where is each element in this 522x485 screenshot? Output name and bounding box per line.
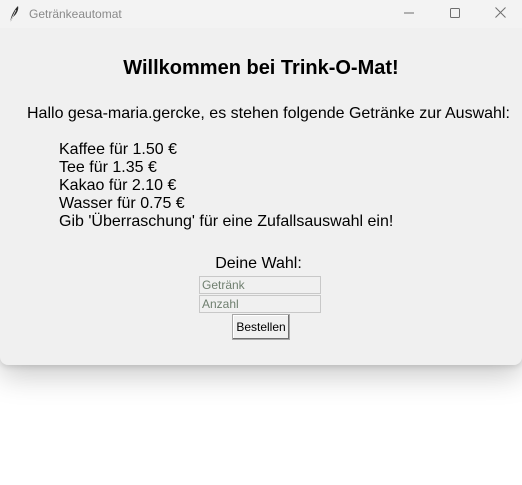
feather-icon <box>7 5 21 23</box>
drink-item-tee: Tee für 1.35 € <box>59 159 157 176</box>
amount-input[interactable] <box>199 295 321 313</box>
app-window: Getränkeautomat Willkommen bei Trink-O-M… <box>0 0 522 365</box>
drink-item-kaffee: Kaffee für 1.50 € <box>59 141 178 158</box>
drink-input[interactable] <box>199 276 321 294</box>
minimize-button[interactable] <box>386 0 432 28</box>
surprise-hint: Gib 'Überraschung' für eine Zufallsauswa… <box>59 213 394 230</box>
window-title: Getränkeautomat <box>29 7 122 21</box>
minimize-icon <box>404 5 414 23</box>
drink-item-wasser: Wasser für 0.75 € <box>59 195 185 212</box>
welcome-heading: Willkommen bei Trink-O-Mat! <box>123 57 399 79</box>
choice-label: Deine Wahl: <box>215 255 302 272</box>
maximize-icon <box>450 5 460 23</box>
maximize-button[interactable] <box>432 0 478 28</box>
greeting-text: Hallo gesa-maria.gercke, es stehen folge… <box>27 105 510 122</box>
order-button[interactable]: Bestellen <box>232 314 290 340</box>
close-button[interactable] <box>477 0 522 28</box>
drink-list: Kaffee für 1.50 € Tee für 1.35 € Kakao f… <box>59 141 393 231</box>
drink-item-kakao: Kakao für 2.10 € <box>59 177 177 194</box>
close-icon <box>494 5 506 23</box>
title-bar[interactable]: Getränkeautomat <box>0 0 522 28</box>
